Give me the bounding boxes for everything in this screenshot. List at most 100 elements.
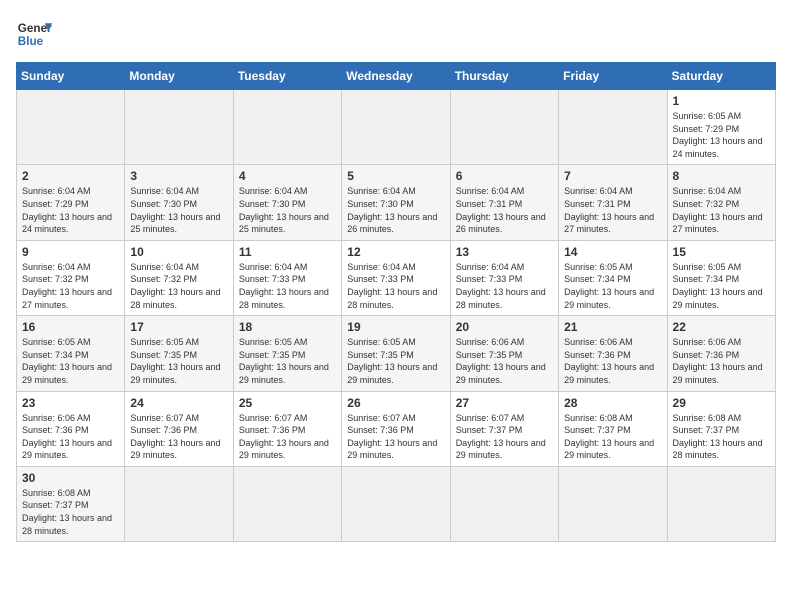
day-number: 19	[347, 320, 444, 334]
calendar-cell: 5 Sunrise: 6:04 AM Sunset: 7:30 PM Daylig…	[342, 165, 450, 240]
day-info: Sunrise: 6:06 AM Sunset: 7:36 PM Dayligh…	[564, 336, 661, 386]
day-number: 30	[22, 471, 119, 485]
calendar-cell: 9Sunrise: 6:04 AM Sunset: 7:32 PM Daylig…	[17, 240, 125, 315]
calendar-cell: 8 Sunrise: 6:04 AM Sunset: 7:32 PM Daylig…	[667, 165, 775, 240]
calendar-cell: 21Sunrise: 6:06 AM Sunset: 7:36 PM Dayli…	[559, 316, 667, 391]
day-info: Sunrise: 6:04 AM Sunset: 7:32 PM Dayligh…	[673, 185, 770, 235]
day-number: 24	[130, 396, 227, 410]
day-number: 4	[239, 169, 336, 183]
day-info: Sunrise: 6:06 AM Sunset: 7:36 PM Dayligh…	[673, 336, 770, 386]
day-info: Sunrise: 6:05 AM Sunset: 7:29 PM Dayligh…	[673, 110, 770, 160]
day-info: Sunrise: 6:06 AM Sunset: 7:35 PM Dayligh…	[456, 336, 553, 386]
day-number: 26	[347, 396, 444, 410]
weekday-header-row: SundayMondayTuesdayWednesdayThursdayFrid…	[17, 63, 776, 90]
calendar-cell	[125, 90, 233, 165]
calendar-cell	[342, 90, 450, 165]
calendar-cell: 14 Sunrise: 6:05 AM Sunset: 7:34 PM Dayli…	[559, 240, 667, 315]
calendar-cell: 10Sunrise: 6:04 AM Sunset: 7:32 PM Dayli…	[125, 240, 233, 315]
day-number: 29	[673, 396, 770, 410]
calendar-cell	[233, 90, 341, 165]
calendar-cell	[559, 90, 667, 165]
day-info: Sunrise: 6:07 AM Sunset: 7:36 PM Dayligh…	[130, 412, 227, 462]
day-info: Sunrise: 6:04 AM Sunset: 7:32 PM Dayligh…	[22, 261, 119, 311]
calendar-cell: 19 Sunrise: 6:05 AM Sunset: 7:35 PM Dayli…	[342, 316, 450, 391]
calendar-cell	[667, 466, 775, 541]
calendar-cell: 17Sunrise: 6:05 AM Sunset: 7:35 PM Dayli…	[125, 316, 233, 391]
calendar-cell: 6Sunrise: 6:04 AM Sunset: 7:31 PM Daylig…	[450, 165, 558, 240]
day-info: Sunrise: 6:06 AM Sunset: 7:36 PM Dayligh…	[22, 412, 119, 462]
calendar-cell: 30 Sunrise: 6:08 AM Sunset: 7:37 PM Dayli…	[17, 466, 125, 541]
weekday-header-monday: Monday	[125, 63, 233, 90]
day-number: 2	[22, 169, 119, 183]
day-info: Sunrise: 6:04 AM Sunset: 7:30 PM Dayligh…	[347, 185, 444, 235]
generalblue-logo-icon: General Blue	[16, 16, 52, 52]
calendar-header: SundayMondayTuesdayWednesdayThursdayFrid…	[17, 63, 776, 90]
calendar-cell: 24 Sunrise: 6:07 AM Sunset: 7:36 PM Dayli…	[125, 391, 233, 466]
day-number: 7	[564, 169, 661, 183]
weekday-header-saturday: Saturday	[667, 63, 775, 90]
day-info: Sunrise: 6:04 AM Sunset: 7:30 PM Dayligh…	[130, 185, 227, 235]
calendar-cell: 22 Sunrise: 6:06 AM Sunset: 7:36 PM Dayli…	[667, 316, 775, 391]
day-info: Sunrise: 6:05 AM Sunset: 7:34 PM Dayligh…	[22, 336, 119, 386]
weekday-header-thursday: Thursday	[450, 63, 558, 90]
day-info: Sunrise: 6:05 AM Sunset: 7:35 PM Dayligh…	[347, 336, 444, 386]
day-number: 10	[130, 245, 227, 259]
day-number: 11	[239, 245, 336, 259]
calendar-cell: 3 Sunrise: 6:04 AM Sunset: 7:30 PM Daylig…	[125, 165, 233, 240]
day-number: 23	[22, 396, 119, 410]
day-info: Sunrise: 6:07 AM Sunset: 7:37 PM Dayligh…	[456, 412, 553, 462]
calendar-cell: 29 Sunrise: 6:08 AM Sunset: 7:37 PM Dayli…	[667, 391, 775, 466]
calendar-cell	[342, 466, 450, 541]
weekday-header-sunday: Sunday	[17, 63, 125, 90]
day-info: Sunrise: 6:04 AM Sunset: 7:33 PM Dayligh…	[456, 261, 553, 311]
calendar-week-row: 2Sunrise: 6:04 AM Sunset: 7:29 PM Daylig…	[17, 165, 776, 240]
svg-text:Blue: Blue	[18, 35, 44, 48]
calendar-cell: 27Sunrise: 6:07 AM Sunset: 7:37 PM Dayli…	[450, 391, 558, 466]
day-number: 22	[673, 320, 770, 334]
day-number: 16	[22, 320, 119, 334]
calendar-cell	[559, 466, 667, 541]
day-number: 14	[564, 245, 661, 259]
day-number: 18	[239, 320, 336, 334]
calendar-cell	[125, 466, 233, 541]
day-number: 3	[130, 169, 227, 183]
day-info: Sunrise: 6:05 AM Sunset: 7:35 PM Dayligh…	[239, 336, 336, 386]
calendar-cell: 28Sunrise: 6:08 AM Sunset: 7:37 PM Dayli…	[559, 391, 667, 466]
day-info: Sunrise: 6:07 AM Sunset: 7:36 PM Dayligh…	[347, 412, 444, 462]
day-info: Sunrise: 6:04 AM Sunset: 7:30 PM Dayligh…	[239, 185, 336, 235]
calendar-cell	[17, 90, 125, 165]
calendar-week-row: 1 Sunrise: 6:05 AM Sunset: 7:29 PM Daylig…	[17, 90, 776, 165]
day-number: 8	[673, 169, 770, 183]
day-number: 13	[456, 245, 553, 259]
calendar-cell: 16 Sunrise: 6:05 AM Sunset: 7:34 PM Dayli…	[17, 316, 125, 391]
calendar-table: SundayMondayTuesdayWednesdayThursdayFrid…	[16, 62, 776, 542]
calendar-cell: 2Sunrise: 6:04 AM Sunset: 7:29 PM Daylig…	[17, 165, 125, 240]
day-info: Sunrise: 6:08 AM Sunset: 7:37 PM Dayligh…	[22, 487, 119, 537]
calendar-cell	[450, 466, 558, 541]
calendar-cell: 26 Sunrise: 6:07 AM Sunset: 7:36 PM Dayli…	[342, 391, 450, 466]
calendar-cell: 11 Sunrise: 6:04 AM Sunset: 7:33 PM Dayli…	[233, 240, 341, 315]
calendar-week-row: 9Sunrise: 6:04 AM Sunset: 7:32 PM Daylig…	[17, 240, 776, 315]
calendar-cell: 12Sunrise: 6:04 AM Sunset: 7:33 PM Dayli…	[342, 240, 450, 315]
calendar-week-row: 16 Sunrise: 6:05 AM Sunset: 7:34 PM Dayli…	[17, 316, 776, 391]
day-number: 25	[239, 396, 336, 410]
page-header: General Blue	[16, 16, 776, 52]
day-info: Sunrise: 6:07 AM Sunset: 7:36 PM Dayligh…	[239, 412, 336, 462]
day-number: 6	[456, 169, 553, 183]
day-info: Sunrise: 6:04 AM Sunset: 7:33 PM Dayligh…	[239, 261, 336, 311]
weekday-header-friday: Friday	[559, 63, 667, 90]
day-info: Sunrise: 6:08 AM Sunset: 7:37 PM Dayligh…	[564, 412, 661, 462]
calendar-cell: 20Sunrise: 6:06 AM Sunset: 7:35 PM Dayli…	[450, 316, 558, 391]
day-number: 5	[347, 169, 444, 183]
calendar-cell: 15Sunrise: 6:05 AM Sunset: 7:34 PM Dayli…	[667, 240, 775, 315]
day-info: Sunrise: 6:05 AM Sunset: 7:34 PM Dayligh…	[564, 261, 661, 311]
calendar-cell: 1 Sunrise: 6:05 AM Sunset: 7:29 PM Daylig…	[667, 90, 775, 165]
day-number: 1	[673, 94, 770, 108]
calendar-cell: 4 Sunrise: 6:04 AM Sunset: 7:30 PM Daylig…	[233, 165, 341, 240]
day-info: Sunrise: 6:04 AM Sunset: 7:33 PM Dayligh…	[347, 261, 444, 311]
day-info: Sunrise: 6:04 AM Sunset: 7:31 PM Dayligh…	[564, 185, 661, 235]
logo: General Blue	[16, 16, 52, 52]
weekday-header-tuesday: Tuesday	[233, 63, 341, 90]
day-info: Sunrise: 6:08 AM Sunset: 7:37 PM Dayligh…	[673, 412, 770, 462]
day-number: 17	[130, 320, 227, 334]
